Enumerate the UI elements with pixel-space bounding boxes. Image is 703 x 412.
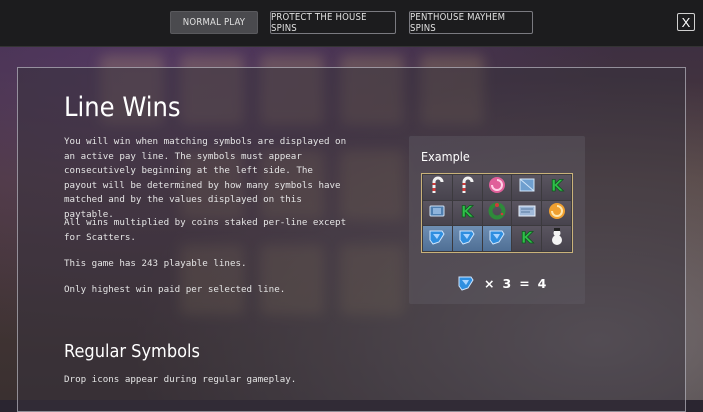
reel-cell [482, 200, 512, 226]
drop-icon [457, 228, 477, 250]
reel-cell: K [512, 226, 542, 251]
reel-cell [482, 226, 512, 251]
paragraph-multiplier: All wins multiplied by coins staked per-… [64, 217, 347, 243]
tab-protect-the-house-spins[interactable]: PROTECT THE HOUSE SPINS [270, 11, 396, 34]
equals-sign: = [519, 275, 530, 291]
symbol-count: 3 [502, 275, 512, 291]
times-sign: × [484, 275, 495, 291]
svg-text:K: K [521, 228, 534, 247]
section-title: Line Wins [64, 92, 181, 123]
paragraph-playable-lines: This game has 243 playable lines. [64, 258, 247, 269]
reel-cell [512, 175, 542, 200]
reel-cell [482, 175, 512, 200]
candy-cane-icon [427, 175, 447, 199]
example-label: Example [421, 149, 470, 164]
regular-symbols-title: Regular Symbols [64, 341, 200, 362]
wreath-icon [487, 201, 507, 225]
svg-text:K: K [550, 176, 563, 195]
pink-swirl-icon [487, 175, 507, 199]
green-k-icon: K [517, 227, 537, 251]
reel-cell [452, 175, 482, 200]
reel-cell [452, 226, 482, 251]
reel-cell: K [542, 175, 571, 200]
drop-icon [487, 228, 507, 250]
snowman-icon [547, 227, 567, 251]
green-k-icon: K [457, 201, 477, 225]
example-reel-grid: K K K [421, 173, 573, 253]
drop-icon [456, 274, 476, 292]
tab-normal-play[interactable]: NORMAL PLAY [170, 11, 258, 34]
paragraph-line-wins: You will win when matching symbols are d… [64, 136, 347, 220]
example-result: × 3 = 4 [456, 274, 546, 292]
reel-cell [542, 226, 571, 251]
green-k-icon: K [547, 175, 567, 199]
blue-box-icon [517, 175, 537, 199]
close-button[interactable]: X [677, 13, 695, 31]
reel-cell: K [452, 200, 482, 226]
reel-cell [542, 200, 571, 226]
reel-cell [423, 200, 452, 226]
tab-penthouse-mayhem-spins[interactable]: PENTHOUSE MAYHEM SPINS [409, 11, 533, 34]
reel-cell [423, 175, 452, 200]
svg-text:K: K [461, 202, 474, 221]
win-lines: 4 [537, 275, 547, 291]
reel-cell [512, 200, 542, 226]
blue-paper-icon [517, 201, 537, 225]
orange-swirl-icon [547, 201, 567, 225]
drop-icon [427, 228, 447, 250]
regular-symbols-description: Drop icons appear during regular gamepla… [64, 374, 297, 385]
top-nav-bar: NORMAL PLAY PROTECT THE HOUSE SPINS PENT… [0, 0, 703, 47]
paragraph-highest-win: Only highest win paid per selected line. [64, 284, 286, 295]
candy-cane-icon [457, 175, 477, 199]
blue-book-icon [427, 201, 447, 225]
reel-cell [423, 226, 452, 251]
